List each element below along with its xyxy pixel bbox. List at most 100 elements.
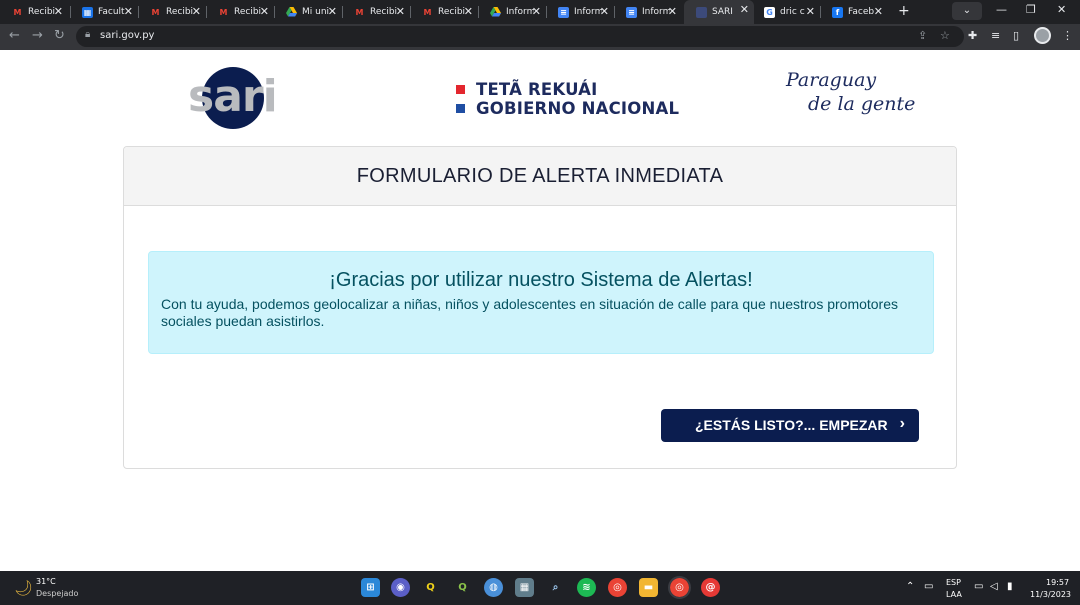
share-icon[interactable]: ⇪ [918,29,927,42]
volume-icon[interactable]: ◁ [990,581,998,592]
language-code[interactable]: ESP [946,578,961,587]
bookmark-star-icon[interactable]: ☆ [940,29,950,42]
search-app-icon[interactable]: ⌕ [546,578,565,597]
sari-logo[interactable]: sari [186,65,286,131]
tab-9[interactable]: ≡ Inform ✕ [614,2,682,22]
start-button[interactable]: ¿ESTÁS LISTO?... EMPEZAR › [661,409,919,442]
alert-heading: ¡Gracias por utilizar nuestro Sistema de… [329,269,753,291]
monitor-icon[interactable]: ▭ [974,581,983,592]
tab-separator [546,6,547,18]
google-icon: G [764,6,775,18]
tab-strip: + ⌄ — ❐ ✕ M Recibi ✕ ▦ Facult ✕ M Recibi ✕ M Recib… [0,0,1080,24]
close-tab-icon[interactable]: ✕ [54,5,63,18]
page-title: FORMULARIO DE ALERTA INMEDIATA [356,164,724,187]
keyboard-layout[interactable]: LAA [946,590,962,599]
weather-temperature[interactable]: 31°C [36,577,56,586]
tab-title: SARI [712,7,733,17]
battery-icon[interactable]: ▮ [1007,581,1013,592]
close-tab-icon[interactable]: ✕ [396,5,405,18]
reload-icon[interactable]: ↻ [54,28,65,43]
clock-date[interactable]: 11/3/2023 [1030,590,1071,599]
tab-separator [820,6,821,18]
restore-icon[interactable]: ❐ [1026,3,1036,16]
close-tab-icon[interactable]: ✕ [192,5,201,18]
close-tab-icon[interactable]: ✕ [668,5,677,18]
tab-8[interactable]: ≡ Inform ✕ [546,2,614,22]
network-icon[interactable]: ▭ [924,581,933,592]
tab-separator [274,6,275,18]
tab-separator [206,6,207,18]
globe-icon[interactable]: ◍ [484,578,503,597]
minimize-icon[interactable]: — [996,3,1007,16]
calculator-icon[interactable]: ▦ [515,578,534,597]
card-header: FORMULARIO DE ALERTA INMEDIATA [124,147,956,206]
close-tab-icon[interactable]: ✕ [740,3,749,16]
slogan-line1: Paraguay [786,69,877,91]
moon-icon[interactable]: 🌙︎ [14,579,33,597]
windows-taskbar: 🌙︎ 31°C Despejado ⊞ ◉ Q Q ◍ ▦ ⌕ ≋ ◎ ▬ ◎ … [0,571,1080,605]
sari-icon [696,6,707,18]
qgis-icon-1[interactable]: Q [421,578,440,597]
media-control-icon[interactable]: ≡ [991,29,1000,42]
close-tab-icon[interactable]: ✕ [328,5,337,18]
tab-separator [614,6,615,18]
tab-4[interactable]: Mi uni ✕ [274,2,342,22]
url-text[interactable]: sari.gov.py [100,30,154,41]
browser-toolbar: ← → ↻ 🔒︎ sari.gov.py ⇪ ☆ ✚ ≡ ▯ ⋮ [0,24,1080,50]
facebook-icon: f [832,6,843,18]
close-tab-icon[interactable]: ✕ [260,5,269,18]
gmail-icon: M [13,7,22,17]
tab-title: Inform [574,7,602,17]
tab-6[interactable]: M Recibi ✕ [410,2,478,22]
tab-2[interactable]: M Recibi ✕ [138,2,206,22]
address-bar[interactable]: 🔒︎ sari.gov.py ⇪ ☆ [76,26,964,47]
tab-12[interactable]: f Faceb ✕ [820,2,888,22]
slogan-logo: Paraguay de la gente [786,68,915,116]
gov-name-line2: GOBIERNO NACIONAL [476,99,680,118]
start-menu-icon[interactable]: ⊞ [361,578,380,597]
tab-5[interactable]: M Recibi ✕ [342,2,410,22]
gmail-icon: M [423,7,432,17]
tab-7[interactable]: Inform ✕ [478,2,546,22]
chat-icon[interactable]: ◉ [391,578,410,597]
clock-time[interactable]: 19:57 [1046,578,1069,587]
tab-title: dric c [780,7,805,17]
forward-icon[interactable]: → [32,28,43,43]
mail-app-icon[interactable]: @ [701,578,720,597]
tab-10[interactable]: SARI ✕ [684,0,754,24]
close-tab-icon[interactable]: ✕ [464,5,473,18]
chrome-icon[interactable]: ◎ [608,578,627,597]
calendar-icon: ▦ [82,6,93,18]
side-panel-icon[interactable]: ▯ [1013,29,1019,42]
close-tab-icon[interactable]: ✕ [600,5,609,18]
tab-title: Faceb [848,7,875,17]
government-logo: TETÃ REKUÁI GOBIERNO NACIONAL [456,80,679,118]
weather-description[interactable]: Despejado [36,589,78,598]
tab-0[interactable]: M Recibi ✕ [0,2,68,22]
alert-body: Con tu ayuda, podemos geolocalizar a niñ… [161,296,899,329]
docs-icon: ≡ [558,6,569,18]
qgis-icon-2[interactable]: Q [453,578,472,597]
tab-3[interactable]: M Recibi ✕ [206,2,274,22]
profile-avatar[interactable] [1034,27,1051,44]
tab-1[interactable]: ▦ Facult ✕ [70,2,138,22]
chrome-active-icon[interactable]: ◎ [668,576,691,599]
spotify-icon[interactable]: ≋ [577,578,596,597]
extensions-icon[interactable]: ✚ [968,29,977,42]
chevron-up-icon[interactable]: ⌃ [906,581,914,592]
tab-separator [138,6,139,18]
close-window-icon[interactable]: ✕ [1057,3,1066,16]
new-tab-button[interactable]: + [898,3,910,19]
close-tab-icon[interactable]: ✕ [532,5,541,18]
tab-separator [478,6,479,18]
tab-search-button[interactable]: ⌄ [952,2,982,20]
docs-icon: ≡ [626,6,637,18]
tab-title: Inform [642,7,670,17]
tab-11[interactable]: Gdric c ✕ [752,2,820,22]
file-explorer-icon[interactable]: ▬ [639,578,658,597]
close-tab-icon[interactable]: ✕ [806,5,815,18]
close-tab-icon[interactable]: ✕ [874,5,883,18]
menu-kebab-icon[interactable]: ⋮ [1062,29,1073,42]
close-tab-icon[interactable]: ✕ [124,5,133,18]
back-icon[interactable]: ← [9,28,20,43]
